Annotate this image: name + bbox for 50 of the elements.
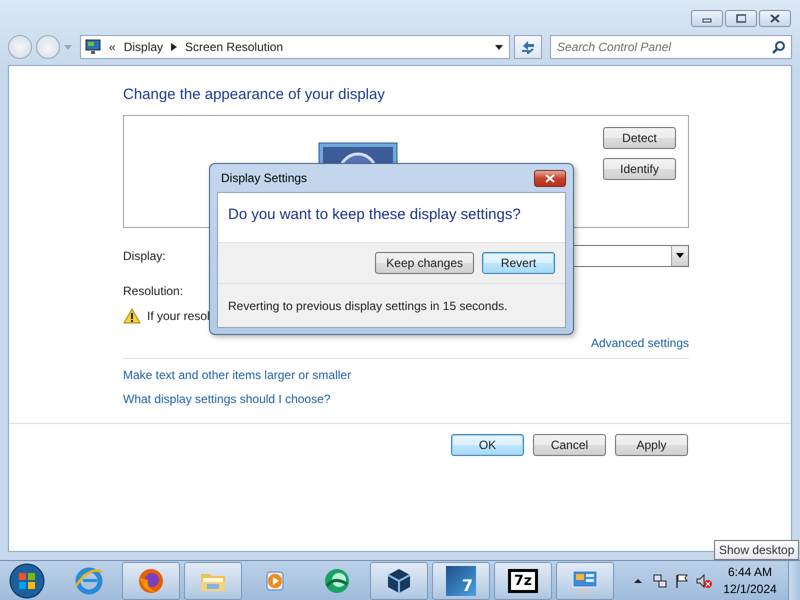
clock-date: 12/1/2024 [723,582,777,596]
flag-icon[interactable] [674,572,690,588]
archive-logo-icon: 7z [508,568,538,592]
field-label: Display: [123,248,166,262]
help-link[interactable]: What display settings should I choose? [123,392,330,406]
breadcrumb[interactable]: Display [124,40,164,54]
browser-e-icon [74,566,104,596]
dialog-button[interactable]: Apply [615,434,688,456]
page-heading: Change the appearance of your display [123,86,386,103]
field-label: Resolution: [123,284,184,298]
network-icon[interactable] [652,572,668,588]
clock-time: 6:44 AM [728,565,772,579]
clock[interactable]: 6:44 AM 12/1/2024 [718,565,782,596]
maximize-button[interactable] [725,10,757,27]
arrows-icon [520,40,536,54]
warning-text: If your resol [147,309,210,323]
warning-icon [123,308,141,324]
maximize-icon [736,14,746,23]
muted-speaker-icon[interactable] [696,572,712,588]
close-icon [545,174,555,182]
tooltip: Show desktop [714,540,800,560]
dialog-button[interactable]: Cancel [533,434,606,456]
chevron-icon[interactable] [171,43,178,51]
minimize-button[interactable] [691,10,723,27]
search-field[interactable]: Search Control Panel [550,35,792,59]
monitor-icon [85,39,101,55]
dialog-title: Display Settings [221,171,308,185]
preview-button[interactable]: Detect [603,127,676,149]
address-bar[interactable]: « Display Screen Resolution [80,35,510,59]
dropdown-arrow-icon [676,253,684,258]
taskbar-button[interactable]: 7z [494,562,552,600]
help-link[interactable]: Make text and other items larger or smaller [123,368,352,382]
breadcrumb-overflow[interactable]: « [109,40,116,54]
taskbar-button[interactable]: 7 [432,562,490,600]
close-button[interactable] [759,10,791,27]
preview-button[interactable]: Identify [603,158,676,180]
countdown-text: Reverting to previous display settings in 15 seconds. [228,298,508,312]
search-icon[interactable] [772,40,786,54]
advanced-settings-link[interactable]: Advanced settings [590,336,689,350]
taskbar-button[interactable] [370,562,428,600]
close-icon [770,14,780,23]
dialog-button[interactable]: OK [451,434,524,456]
close-button[interactable] [534,170,566,186]
taskbar-button[interactable] [122,562,180,600]
dialog-question: Do you want to keep these display settings? [227,205,522,225]
dialog-button[interactable]: Keep changes [375,252,474,274]
refresh-button[interactable] [514,35,542,59]
dialog-button[interactable]: Revert [482,252,555,274]
seven-logo-icon: 7 [446,566,476,596]
breadcrumb[interactable]: Screen Resolution [185,40,284,54]
